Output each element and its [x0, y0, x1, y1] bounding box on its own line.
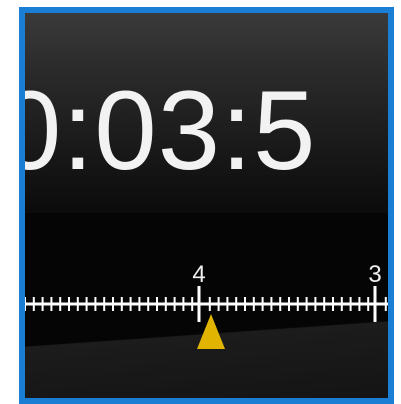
- time-scale[interactable]: 4 3: [25, 13, 388, 398]
- timer-widget[interactable]: 0:03:5 4 3: [19, 7, 394, 404]
- triangle-pointer-icon[interactable]: [197, 314, 225, 349]
- scale-label-4: 4: [192, 261, 205, 288]
- scale-label-3: 3: [368, 261, 381, 288]
